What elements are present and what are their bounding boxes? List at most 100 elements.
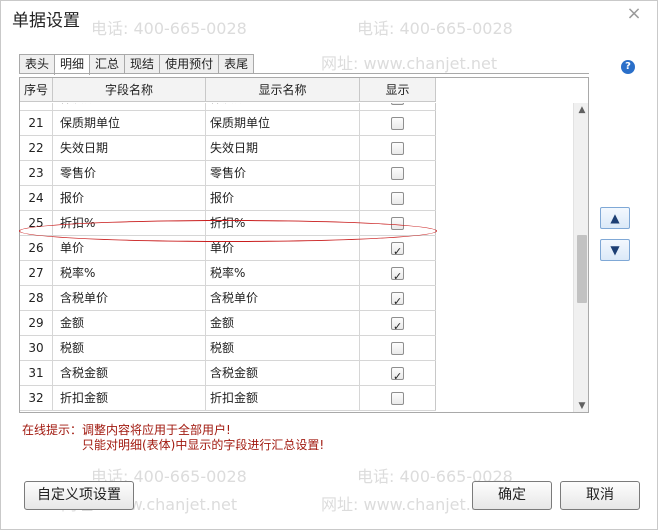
row-number: 31 [20, 361, 53, 385]
tab-use-prepayment[interactable]: 使用预付 [159, 54, 220, 74]
tab-header[interactable]: 表头 [19, 54, 56, 74]
row-number: 28 [20, 286, 53, 310]
field-name-cell: 含税金额 [53, 361, 206, 385]
tab-divider [19, 73, 589, 74]
show-cell [360, 111, 436, 135]
field-name-cell: 零售价 [53, 161, 206, 185]
row-number: 27 [20, 261, 53, 285]
scroll-up-arrow-icon[interactable]: ▲ [577, 105, 587, 115]
scroll-down-arrow-icon[interactable]: ▼ [577, 401, 587, 411]
field-name-cell: 报价 [53, 186, 206, 210]
table-row[interactable]: 25 折扣% 折扣% [20, 211, 436, 236]
tab-cash-settlement[interactable]: 现结 [124, 54, 161, 74]
tab-bar: 表头 明细 汇总 现结 使用预付 表尾 [19, 54, 255, 75]
display-name-cell[interactable]: 含税金额 [206, 361, 360, 385]
table-row[interactable]: 23 零售价 零售价 [20, 161, 436, 186]
show-cell [360, 186, 436, 210]
grid-body: 20保质期保质期21保质期单位保质期单位22失效日期失效日期23零售价零售价24… [20, 103, 436, 412]
scrollbar-thumb[interactable] [577, 235, 587, 303]
show-checkbox[interactable] [391, 265, 404, 285]
row-number: 20 [20, 103, 53, 110]
show-cell [360, 161, 436, 185]
field-name-cell: 保质期单位 [53, 111, 206, 135]
tab-detail[interactable]: 明细 [54, 54, 91, 75]
row-number: 22 [20, 136, 53, 160]
watermark-phone: 电话: 400-665-0028 [357, 19, 513, 38]
show-checkbox[interactable] [391, 391, 404, 405]
display-name-cell[interactable]: 税率% [206, 261, 360, 285]
field-name-cell: 折扣金额 [53, 386, 206, 410]
table-row[interactable]: 21 保质期单位 保质期单位 [20, 111, 436, 136]
move-down-button[interactable]: ▼ [600, 239, 630, 261]
tab-summary[interactable]: 汇总 [89, 54, 126, 74]
display-name-cell[interactable]: 税额 [206, 336, 360, 360]
field-name-cell: 税额 [53, 336, 206, 360]
table-row[interactable]: 20保质期保质期 [20, 103, 436, 111]
show-checkbox[interactable] [391, 240, 404, 260]
table-row[interactable]: 28 含税单价 含税单价 [20, 286, 436, 311]
watermark-phone: 电话: 400-665-0028 [91, 19, 247, 38]
dialog-title: 单据设置 [12, 11, 80, 31]
show-checkbox[interactable] [391, 290, 404, 310]
show-checkbox[interactable] [391, 341, 404, 355]
row-number: 25 [20, 211, 53, 235]
display-name-cell[interactable]: 折扣金额 [206, 386, 360, 410]
watermark-site: 网址: www.chanjet.net [321, 495, 498, 514]
show-checkbox[interactable] [391, 141, 404, 155]
row-number: 24 [20, 186, 53, 210]
column-header-no[interactable]: 序号 [20, 78, 53, 102]
field-name-cell: 失效日期 [53, 136, 206, 160]
column-header-show[interactable]: 显示 [360, 78, 436, 102]
grid-header: 序号 字段名称 显示名称 显示 [20, 78, 436, 102]
table-row[interactable]: 31 含税金额 含税金额 [20, 361, 436, 386]
show-cell [360, 311, 436, 335]
show-checkbox[interactable] [391, 315, 404, 335]
show-cell [360, 211, 436, 235]
watermark-site: 网址: www.chanjet.net [321, 54, 498, 73]
grid-rows: 20保质期保质期21保质期单位保质期单位22失效日期失效日期23零售价零售价24… [20, 103, 436, 411]
display-name-cell[interactable]: 零售价 [206, 161, 360, 185]
display-name-cell[interactable]: 单价 [206, 236, 360, 260]
table-row[interactable]: 29 金额 金额 [20, 311, 436, 336]
table-row[interactable]: 26 单价 单价 [20, 236, 436, 261]
table-row[interactable]: 22 失效日期 失效日期 [20, 136, 436, 161]
bill-settings-dialog: 电话: 400-665-0028 电话: 400-665-0028 网址: ww… [0, 0, 658, 530]
show-cell [360, 286, 436, 310]
table-row[interactable]: 24 报价 报价 [20, 186, 436, 211]
column-header-display-name[interactable]: 显示名称 [206, 78, 360, 102]
field-name-cell: 税率% [53, 261, 206, 285]
display-name-cell[interactable]: 保质期 [206, 103, 360, 110]
close-icon[interactable]: × [625, 5, 643, 23]
help-icon[interactable]: ? [621, 60, 635, 74]
table-row[interactable]: 32 折扣金额 折扣金额 [20, 386, 436, 411]
show-checkbox[interactable] [391, 116, 404, 130]
show-checkbox[interactable] [391, 103, 404, 105]
field-name-cell: 保质期 [53, 103, 206, 110]
online-notice: 在线提示：调整内容将应用于全部用户! 只能对明细(表体)中显示的字段进行汇总设置… [22, 423, 324, 453]
table-row[interactable]: 27 税率% 税率% [20, 261, 436, 286]
display-name-cell[interactable]: 含税单价 [206, 286, 360, 310]
table-row[interactable]: 30 税额 税额 [20, 336, 436, 361]
show-checkbox[interactable] [391, 365, 404, 385]
grid-scrollbar[interactable]: ▲ ▼ [573, 103, 588, 412]
row-number: 21 [20, 111, 53, 135]
display-name-cell[interactable]: 失效日期 [206, 136, 360, 160]
show-checkbox[interactable] [391, 166, 404, 180]
move-up-button[interactable]: ▲ [600, 207, 630, 229]
row-number: 32 [20, 386, 53, 410]
notice-line-1: 在线提示：调整内容将应用于全部用户! [22, 423, 231, 437]
ok-button[interactable]: 确定 [472, 481, 552, 510]
field-name-cell: 单价 [53, 236, 206, 260]
show-cell [360, 386, 436, 410]
display-name-cell[interactable]: 折扣% [206, 211, 360, 235]
display-name-cell[interactable]: 报价 [206, 186, 360, 210]
custom-items-settings-button[interactable]: 自定义项设置 [24, 481, 134, 510]
column-header-field-name[interactable]: 字段名称 [53, 78, 206, 102]
display-name-cell[interactable]: 金额 [206, 311, 360, 335]
tab-footer[interactable]: 表尾 [218, 54, 255, 74]
cancel-button[interactable]: 取消 [560, 481, 640, 510]
display-name-cell[interactable]: 保质期单位 [206, 111, 360, 135]
show-checkbox[interactable] [391, 191, 404, 205]
show-checkbox[interactable] [391, 216, 404, 230]
show-cell [360, 336, 436, 360]
